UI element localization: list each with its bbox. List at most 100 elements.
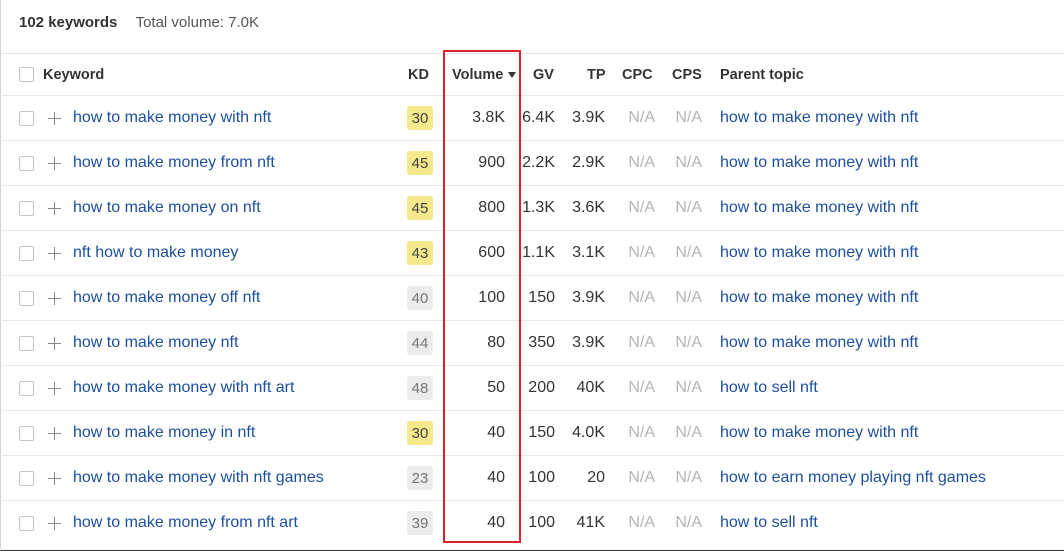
plus-icon[interactable]: [47, 201, 61, 215]
cpc-value: N/A: [628, 469, 655, 486]
header-volume[interactable]: Volume: [452, 54, 517, 95]
kd-badge: 23: [407, 466, 433, 490]
header-cps[interactable]: CPS: [672, 54, 702, 95]
kd-cell: 30: [407, 96, 433, 140]
header-kd[interactable]: KD: [408, 54, 429, 95]
header-keyword[interactable]: Keyword: [43, 54, 104, 95]
select-all-cell: [19, 54, 34, 95]
row-checkbox[interactable]: [19, 110, 34, 126]
plus-icon[interactable]: [47, 111, 61, 125]
add-to-list-cell: [45, 96, 63, 140]
tp-value: 3.6K: [572, 199, 605, 216]
parent-topic-link[interactable]: how to sell nft: [720, 366, 818, 410]
header-gv[interactable]: GV: [533, 54, 554, 95]
row-checkbox[interactable]: [19, 245, 34, 261]
keyword-link[interactable]: how to make money nft: [73, 321, 238, 365]
cps-value: N/A: [675, 424, 702, 441]
gv-value: 6.4K: [522, 109, 555, 126]
row-checkbox[interactable]: [19, 155, 34, 171]
cps-value: N/A: [675, 469, 702, 486]
table-row: how to make money with nft art 48 50 200 40K…: [0, 365, 1064, 410]
keyword-link[interactable]: nft how to make money: [73, 231, 238, 275]
volume-value: 40: [487, 424, 505, 441]
keywords-count: 102 keywords: [19, 14, 118, 31]
keyword-link[interactable]: how to make money from nft: [73, 141, 275, 185]
tp-value: 41K: [576, 514, 605, 531]
parent-topic-link[interactable]: how to make money with nft: [720, 411, 918, 455]
tp-value: 20: [587, 469, 605, 486]
table-row: how to make money on nft 45 800 1.3K 3.6K N/A…: [0, 185, 1064, 230]
volume-value: 80: [487, 334, 505, 351]
parent-topic-link[interactable]: how to make money with nft: [720, 96, 918, 140]
add-to-list-cell: [45, 411, 63, 455]
gv-value: 2.2K: [522, 154, 555, 171]
kd-badge: 48: [407, 376, 433, 400]
keyword-link[interactable]: how to make money with nft art: [73, 366, 294, 410]
plus-icon[interactable]: [47, 426, 61, 440]
table-row: how to make money from nft art 39 40 100 41K…: [0, 500, 1064, 545]
kd-cell: 30: [407, 411, 433, 455]
keyword-link[interactable]: how to make money from nft art: [73, 501, 298, 545]
row-checkbox[interactable]: [19, 470, 34, 486]
tp-value: 40K: [576, 379, 605, 396]
parent-topic-link[interactable]: how to make money with nft: [720, 321, 918, 365]
header-parent-topic[interactable]: Parent topic: [720, 54, 804, 95]
plus-icon[interactable]: [47, 471, 61, 485]
add-to-list-cell: [45, 141, 63, 185]
row-checkbox[interactable]: [19, 425, 34, 441]
cps-value: N/A: [675, 154, 702, 171]
gv-value: 100: [528, 469, 555, 486]
gv-value: 150: [528, 424, 555, 441]
keyword-link[interactable]: how to make money with nft games: [73, 456, 324, 500]
tp-value: 3.1K: [572, 244, 605, 261]
parent-topic-link[interactable]: how to make money with nft: [720, 141, 918, 185]
header-tp[interactable]: TP: [587, 54, 606, 95]
keyword-link[interactable]: how to make money with nft: [73, 96, 271, 140]
add-to-list-cell: [45, 501, 63, 545]
row-checkbox-cell: [19, 501, 34, 545]
select-all-checkbox[interactable]: [19, 67, 34, 82]
cps-value: N/A: [675, 514, 702, 531]
plus-icon[interactable]: [47, 246, 61, 260]
keyword-link[interactable]: how to make money off nft: [73, 276, 260, 320]
row-checkbox[interactable]: [19, 515, 34, 531]
plus-icon[interactable]: [47, 291, 61, 305]
plus-icon[interactable]: [47, 516, 61, 530]
parent-topic-link[interactable]: how to make money with nft: [720, 276, 918, 320]
tp-value: 4.0K: [572, 424, 605, 441]
kd-cell: 45: [407, 141, 433, 185]
tp-value: 2.9K: [572, 154, 605, 171]
add-to-list-cell: [45, 456, 63, 500]
cpc-value: N/A: [628, 109, 655, 126]
plus-icon[interactable]: [47, 381, 61, 395]
parent-topic-link[interactable]: how to make money with nft: [720, 186, 918, 230]
row-checkbox[interactable]: [19, 380, 34, 396]
cpc-value: N/A: [628, 244, 655, 261]
parent-topic-link[interactable]: how to sell nft: [720, 501, 818, 545]
plus-icon[interactable]: [47, 336, 61, 350]
cps-value: N/A: [675, 334, 702, 351]
add-to-list-cell: [45, 366, 63, 410]
row-checkbox-cell: [19, 141, 34, 185]
gv-value: 200: [528, 379, 555, 396]
parent-topic-link[interactable]: how to make money with nft: [720, 231, 918, 275]
parent-topic-link[interactable]: how to earn money playing nft games: [720, 456, 986, 500]
plus-icon[interactable]: [47, 156, 61, 170]
kd-cell: 48: [407, 366, 433, 410]
row-checkbox[interactable]: [19, 290, 34, 306]
kd-cell: 40: [407, 276, 433, 320]
header-volume-label: Volume: [452, 66, 504, 83]
table-body: how to make money with nft 30 3.8K 6.4K 3.9K…: [0, 95, 1064, 545]
kd-cell: 39: [407, 501, 433, 545]
cpc-value: N/A: [628, 379, 655, 396]
row-checkbox[interactable]: [19, 200, 34, 216]
kd-cell: 45: [407, 186, 433, 230]
keyword-link[interactable]: how to make money on nft: [73, 186, 261, 230]
add-to-list-cell: [45, 231, 63, 275]
header-cpc[interactable]: CPC: [622, 54, 653, 95]
cps-value: N/A: [675, 379, 702, 396]
kd-badge: 39: [407, 511, 433, 535]
keyword-link[interactable]: how to make money in nft: [73, 411, 255, 455]
row-checkbox[interactable]: [19, 335, 34, 351]
row-checkbox-cell: [19, 276, 34, 320]
